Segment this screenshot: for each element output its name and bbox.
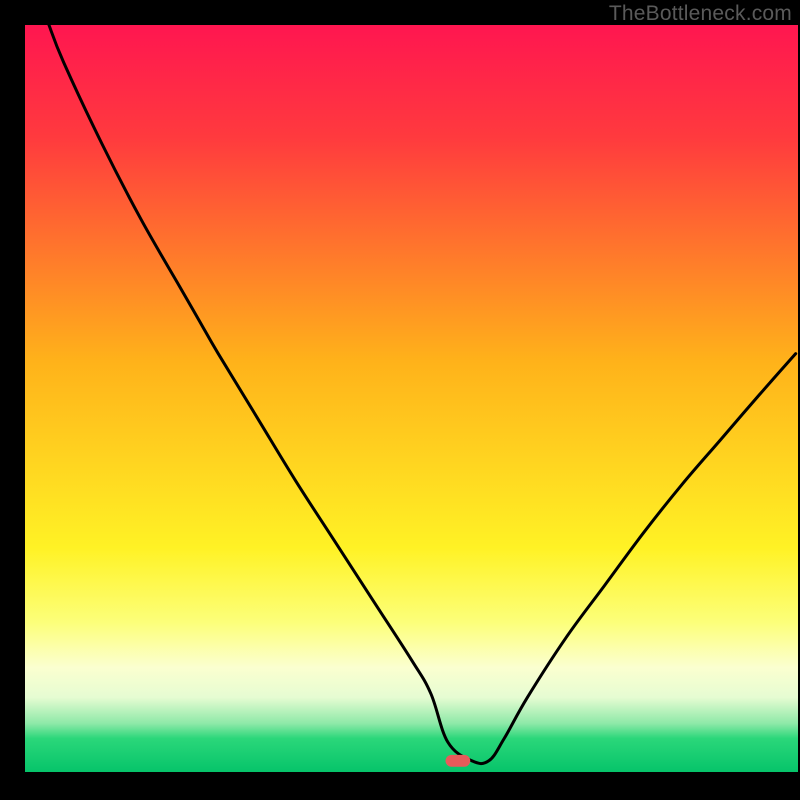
watermark-label: TheBottleneck.com bbox=[609, 2, 792, 26]
bottleneck-chart: TheBottleneck.com bbox=[0, 0, 800, 800]
frame-border bbox=[0, 772, 800, 800]
chart-canvas bbox=[0, 0, 800, 800]
frame-border bbox=[0, 0, 25, 800]
optimal-point-marker bbox=[446, 755, 471, 767]
